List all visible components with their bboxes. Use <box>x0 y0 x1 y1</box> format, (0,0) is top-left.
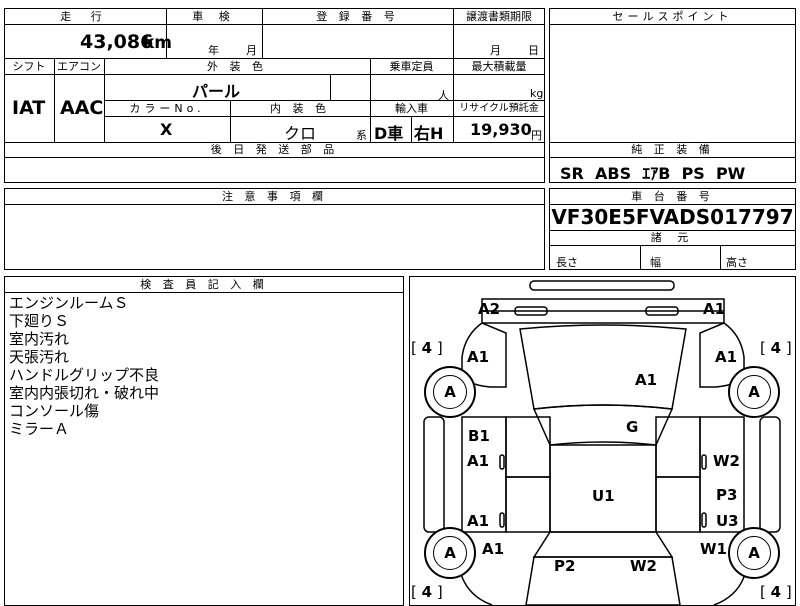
color-number-label: カラーNo. <box>129 102 205 115</box>
recycle-deposit-value: 19,930 <box>470 120 532 139</box>
wheel-rear-left-grade: A <box>433 536 467 570</box>
damage-rear-left-door: A1 <box>467 512 490 530</box>
damage-windshield: G <box>626 418 639 436</box>
inspector-note: コンソール傷 <box>9 402 100 420</box>
transfer-day: 日 <box>528 44 539 57</box>
height-label: 高さ <box>726 256 748 269</box>
damage-front-left-door-2: A1 <box>467 452 490 470</box>
inspector-note: 天張汚れ <box>9 348 70 366</box>
later-parts-label: 後 日 発 送 部 品 <box>210 143 339 156</box>
width-label: 幅 <box>650 256 661 269</box>
recycle-deposit-label: リサイクル預託金 <box>459 103 539 114</box>
chassis-number-value: VF30E5FVADS017797 <box>551 205 794 229</box>
inspector-note: ミラーＡ <box>9 420 70 438</box>
wheel-front-left-grade: A <box>433 375 467 409</box>
equipment-label: 純 正 装 備 <box>631 143 714 156</box>
mileage-label: 走 行 <box>60 10 110 23</box>
damage-rear-right-quarter: W1 <box>700 540 727 558</box>
max-load-label: 最大積載量 <box>471 60 527 73</box>
aircon-value: AAC <box>60 97 104 119</box>
exterior-color-label: 外 装 色 <box>207 60 267 73</box>
damage-roof: U1 <box>592 487 615 505</box>
damage-front-right-fender: A1 <box>715 348 738 366</box>
mileage-unit: km <box>143 33 173 53</box>
wheel-front-right-grade: A <box>737 375 771 409</box>
damage-rear-left-quarter: A1 <box>482 540 505 558</box>
registration-label: 登 録 番 号 <box>316 10 399 23</box>
import-drive-type: D車 <box>374 124 404 143</box>
max-load-unit: kg <box>530 87 544 100</box>
inspection-label: 車 検 <box>192 10 236 23</box>
damage-rear-right-door-1: P3 <box>716 486 738 504</box>
damage-hood: A1 <box>635 371 658 389</box>
exterior-color-value: パール <box>192 82 241 101</box>
damage-front-left-fender: A1 <box>467 348 490 366</box>
inspector-note: ハンドルグリップ不良 <box>9 366 160 384</box>
aircon-label: エアコン <box>57 60 101 73</box>
damage-front-left-bumper: A2 <box>478 300 501 318</box>
tire-count-fr: [ 4 ] <box>760 339 792 357</box>
damage-front-right-bumper: A1 <box>703 300 726 318</box>
damage-front-right-door: W2 <box>713 452 740 470</box>
damage-rear-right-door-2: U3 <box>716 512 739 530</box>
inspection-month: 月 <box>246 44 257 57</box>
damage-front-left-door-1: B1 <box>468 427 490 445</box>
notes-label: 注 意 事 項 欄 <box>222 190 327 203</box>
sales-point-label: セールスポイント <box>612 10 733 23</box>
inspector-note: 下廻りＳ <box>9 312 70 330</box>
shift-label: シフト <box>12 60 46 73</box>
color-number-value: X <box>160 120 173 139</box>
tire-count-rr: [ 4 ] <box>760 583 792 601</box>
inspector-note: 室内汚れ <box>9 330 70 348</box>
tire-count-fl: [ 4 ] <box>411 339 443 357</box>
import-label: 輸入車 <box>395 102 428 115</box>
chassis-number-label: 車 台 番 号 <box>631 190 714 203</box>
damage-rear-right-panel: W2 <box>630 557 657 575</box>
recycle-deposit-unit: 円 <box>531 129 542 142</box>
interior-color-suffix: 系 <box>356 129 367 142</box>
equipment-value: SR ABS ｴｱB PS PW <box>560 164 746 183</box>
shift-value: IAT <box>12 97 46 119</box>
tire-count-rl: [ 4 ] <box>411 583 443 601</box>
inspector-note: 室内内張切れ・破れ中 <box>9 384 160 402</box>
capacity-label: 乗車定員 <box>389 60 434 73</box>
length-label: 長さ <box>556 256 578 269</box>
import-handle-side: 右H <box>414 124 444 143</box>
inspector-notes-list: エンジンルームＳ 下廻りＳ 室内汚れ 天張汚れ ハンドルグリップ不良 室内内張切… <box>9 294 159 438</box>
transfer-deadline-label: 譲渡書類期限 <box>466 10 532 23</box>
interior-color-label: 内 装 色 <box>270 102 330 115</box>
dimensions-label: 諸 元 <box>650 231 695 244</box>
inspector-note: エンジンルームＳ <box>9 294 129 312</box>
wheel-rear-right-grade: A <box>737 536 771 570</box>
damage-rear-left-panel: P2 <box>554 557 576 575</box>
inspection-year: 年 <box>208 44 219 57</box>
inspector-notes-label: 検 査 員 記 入 欄 <box>140 278 268 291</box>
transfer-month: 月 <box>490 44 501 57</box>
interior-color-value: クロ <box>284 124 317 143</box>
